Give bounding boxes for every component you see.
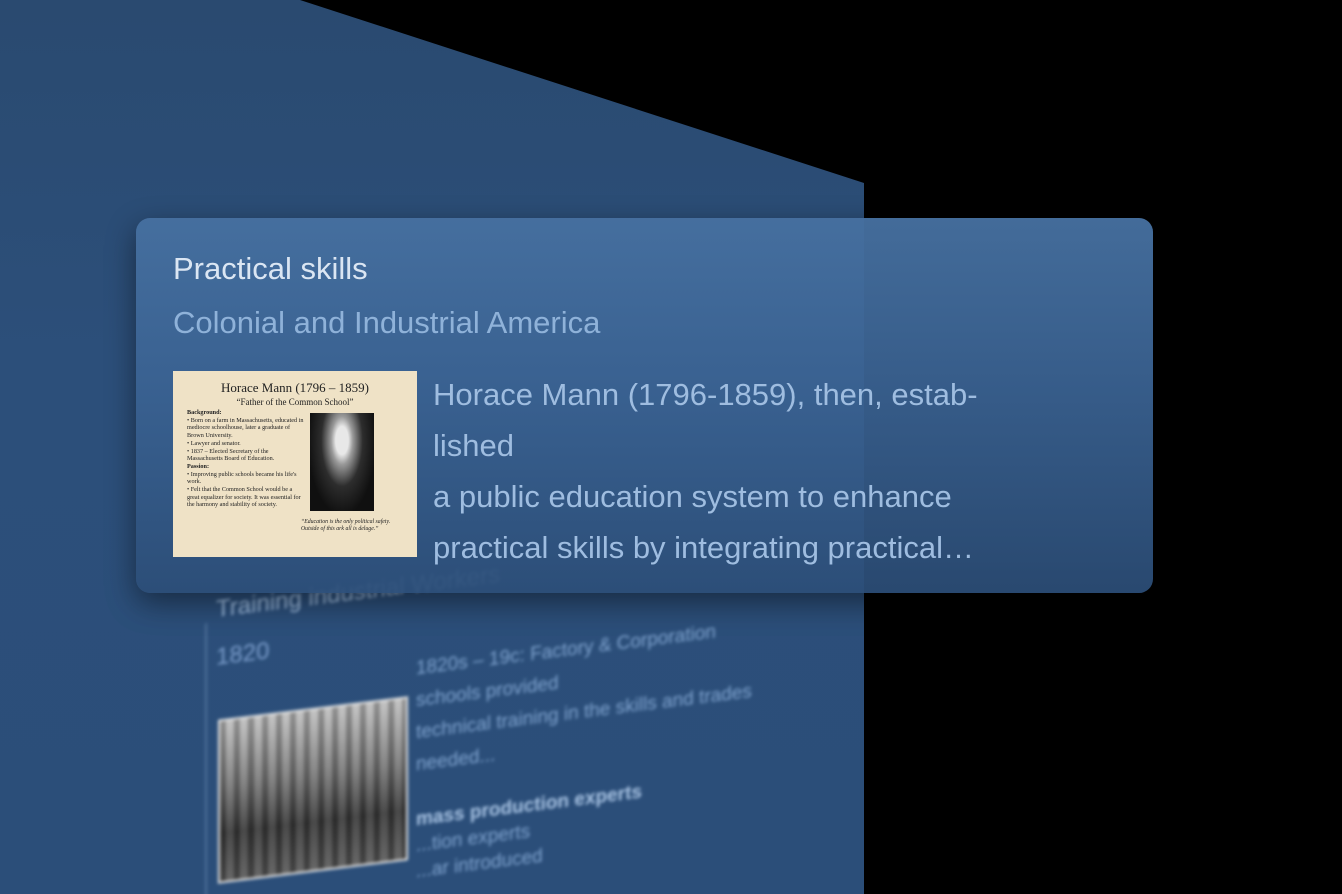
- card-subtitle: Colonial and Industrial America: [173, 305, 601, 340]
- thumbnail-passion-heading: Passion:: [187, 462, 210, 470]
- snippet-line: lished: [433, 428, 514, 463]
- card-title: Practical skills: [173, 251, 368, 286]
- portrait-image: [310, 413, 374, 511]
- card-snippet: Horace Mann (1796-1859), then, estab- li…: [433, 369, 1133, 573]
- snippet-line: Horace Mann (1796-1859), then, estab-: [433, 377, 978, 412]
- thumbnail-title: Horace Mann (1796 – 1859): [220, 380, 369, 395]
- stage: Training industrial Workers 1820 1820s –…: [0, 0, 1342, 894]
- thumbnail-list-item: • 1837 – Elected Secretary of the Massac…: [187, 447, 275, 463]
- thumbnail-body: Background: • Born on a farm in Massachu…: [187, 409, 305, 509]
- search-result-card[interactable]: Practical skills Colonial and Industrial…: [136, 218, 1153, 593]
- timeline-line: [205, 623, 207, 894]
- thumbnail-list-item: • Born on a farm in Massachusetts, educa…: [187, 416, 304, 440]
- background-card-photo: [218, 696, 408, 884]
- slide-thumbnail[interactable]: Horace Mann (1796 – 1859) “Father of the…: [173, 371, 417, 557]
- thumbnail-background-heading: Background:: [187, 409, 222, 416]
- snippet-line: practical skills by integrating practica…: [433, 530, 974, 565]
- thumbnail-quote: “Education is the only political safety.…: [301, 519, 391, 532]
- thumbnail-list-item: • Felt that the Common School would be a…: [187, 486, 301, 509]
- thumbnail-subtitle: “Father of the Common School”: [236, 397, 354, 407]
- thumbnail-list-item: • Improving public schools became his li…: [187, 470, 297, 486]
- background-card-text: 1820s – 19c: Factory & Corporation schoo…: [416, 612, 752, 781]
- background-card-year: 1820: [216, 637, 270, 671]
- thumbnail-list-item: • Lawyer and senator.: [187, 439, 241, 447]
- snippet-line: a public education system to enhance: [433, 479, 952, 514]
